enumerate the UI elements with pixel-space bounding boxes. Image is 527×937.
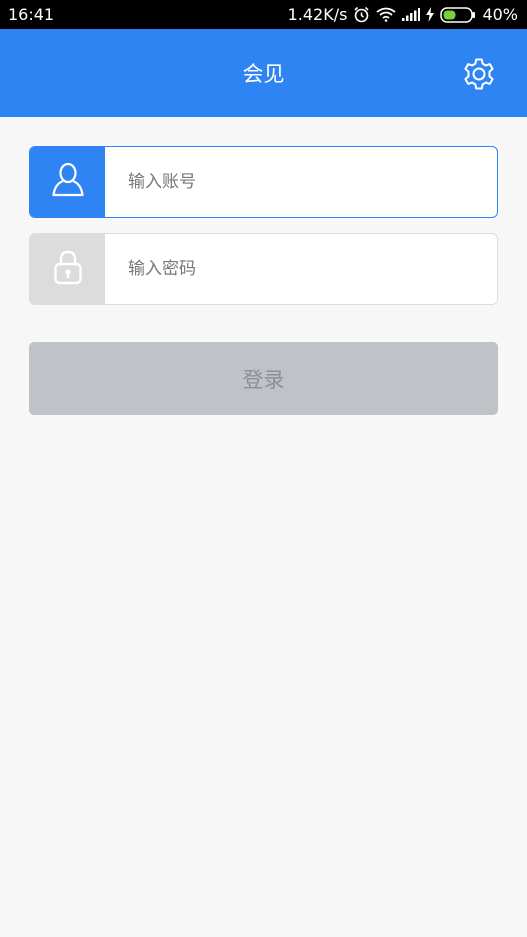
login-button[interactable]: 登录 <box>29 342 498 415</box>
battery-icon <box>440 6 476 23</box>
lock-icon <box>53 249 83 289</box>
alarm-icon <box>353 6 370 23</box>
charging-icon <box>426 7 435 22</box>
user-icon <box>51 162 85 202</box>
page-title: 会见 <box>242 62 285 86</box>
app-bar: 会见 <box>0 29 527 117</box>
account-input[interactable] <box>105 147 497 217</box>
status-time: 16:41 <box>8 5 55 24</box>
gear-icon[interactable] <box>461 56 497 92</box>
lock-icon-box <box>30 234 105 304</box>
password-input[interactable] <box>105 234 497 304</box>
status-bar: 16:41 1.42K/s 40% <box>0 0 527 29</box>
battery-percent: 40% <box>482 5 518 24</box>
user-icon-box <box>30 147 105 217</box>
wifi-icon <box>376 7 396 22</box>
account-field[interactable] <box>29 146 498 218</box>
network-speed: 1.42K/s <box>287 5 348 24</box>
password-field[interactable] <box>29 233 498 305</box>
signal-icon <box>402 8 421 21</box>
status-right: 1.42K/s 40% <box>288 5 518 24</box>
